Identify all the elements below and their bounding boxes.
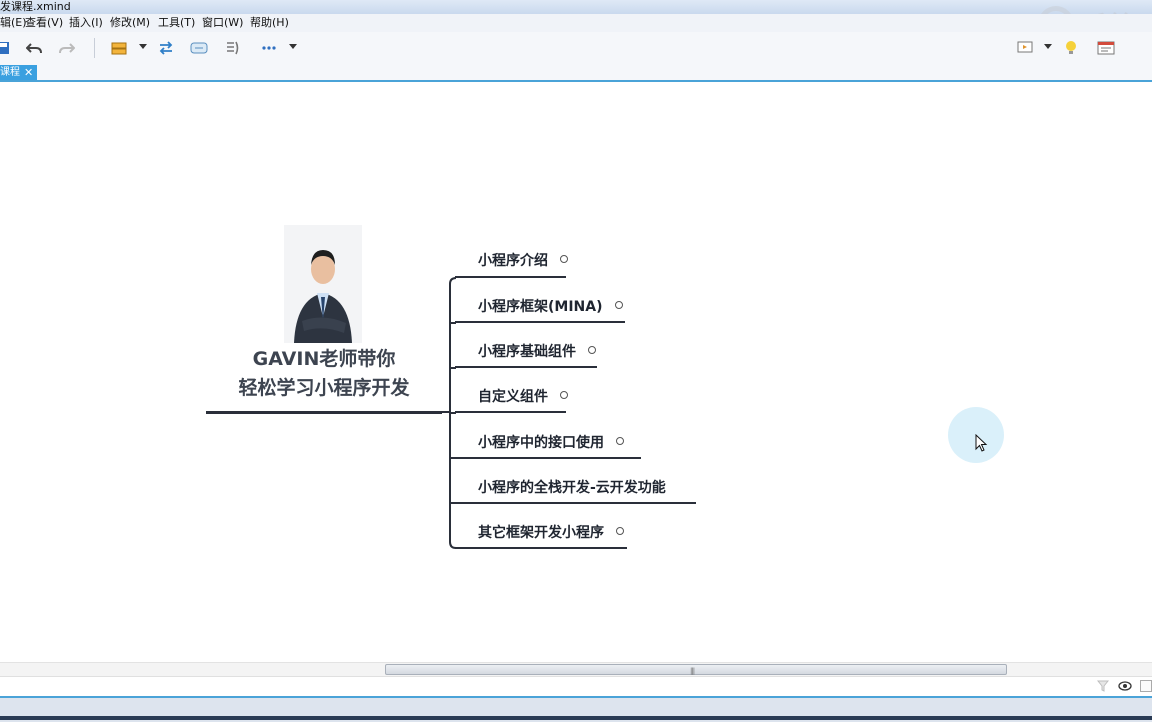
save-icon[interactable]: [0, 40, 12, 56]
central-topic-line2: 轻松学习小程序开发: [238, 377, 410, 399]
branch-topic-framework[interactable]: 小程序框架(MINA): [478, 296, 623, 316]
toolbar: [0, 32, 1152, 64]
branch-topic-other-frameworks[interactable]: 其它框架开发小程序: [478, 522, 624, 542]
branch-topic-custom-components[interactable]: 自定义组件: [478, 386, 568, 406]
tab-document[interactable]: 课程 ✕: [0, 65, 38, 80]
branch-underline: [455, 502, 696, 504]
scrollbar-thumb[interactable]: |||: [385, 664, 1007, 675]
branch-underline: [455, 321, 625, 323]
collapse-toggle-icon[interactable]: [616, 437, 624, 445]
branch-label: 小程序中的接口使用: [478, 435, 604, 451]
outline-view-icon[interactable]: [1097, 40, 1115, 56]
branch-label: 小程序介绍: [478, 253, 548, 269]
collapse-toggle-icon[interactable]: [614, 301, 623, 309]
filter-icon[interactable]: [1097, 680, 1109, 692]
menu-view[interactable]: 查看(V): [25, 14, 63, 32]
tab-label: 课程: [0, 67, 20, 78]
menu-insert[interactable]: 插入(I): [69, 14, 103, 32]
topic-icon[interactable]: [110, 40, 128, 56]
status-bar: [0, 676, 1152, 697]
mindmap-canvas[interactable]: [0, 82, 1152, 662]
topic-dropdown-icon[interactable]: [139, 44, 147, 49]
branch-underline: [455, 366, 597, 368]
branch-label: 自定义组件: [478, 389, 548, 405]
branch-label: 其它框架开发小程序: [478, 525, 604, 541]
eye-icon[interactable]: [1118, 681, 1132, 691]
menu-bar: 辑(E) 查看(V) 插入(I) 修改(M) 工具(T) 窗口(W) 帮助(H): [0, 14, 1152, 32]
lightbulb-icon[interactable]: [1062, 40, 1080, 56]
boundary-icon[interactable]: [190, 40, 208, 56]
branch-label: 小程序的全栈开发-云开发功能: [478, 480, 666, 496]
window-title: 发课程.xmind: [0, 0, 71, 13]
branch-label: 小程序框架(MINA): [478, 299, 603, 315]
branch-topic-basic-components[interactable]: 小程序基础组件: [478, 341, 596, 361]
collapse-toggle-icon[interactable]: [588, 346, 596, 354]
central-topic-underline: [206, 411, 442, 414]
more-icon[interactable]: [260, 40, 278, 56]
editor-tab-row: 课程 ✕: [0, 64, 1152, 82]
more-dropdown-icon[interactable]: [289, 44, 297, 49]
collapse-toggle-icon[interactable]: [560, 391, 568, 399]
branch-underline: [455, 276, 566, 278]
menu-window[interactable]: 窗口(W): [202, 14, 243, 32]
menu-tools[interactable]: 工具(T): [158, 14, 195, 32]
redo-icon[interactable]: [58, 40, 76, 56]
central-topic-line1: GAVIN老师带你: [252, 348, 396, 370]
minimize-panel-icon[interactable]: [1140, 680, 1152, 692]
presentation-dropdown-icon[interactable]: [1044, 44, 1052, 49]
horizontal-scrollbar[interactable]: |||: [0, 662, 1152, 677]
branch-underline: [455, 457, 641, 459]
menu-modify[interactable]: 修改(M): [110, 14, 150, 32]
mouse-cursor-icon: [975, 434, 988, 452]
presentation-icon[interactable]: [1016, 40, 1034, 56]
branch-label: 小程序基础组件: [478, 344, 576, 360]
close-icon[interactable]: ✕: [24, 65, 33, 80]
collapse-toggle-icon[interactable]: [560, 255, 568, 263]
branch-topic-intro[interactable]: 小程序介绍: [478, 250, 568, 270]
branch-underline: [455, 547, 627, 549]
menu-help[interactable]: 帮助(H): [250, 14, 289, 32]
presenter-photo: [284, 225, 362, 343]
central-topic[interactable]: GAVIN老师带你 轻松学习小程序开发: [206, 345, 442, 403]
title-bar: 发课程.xmind: [0, 0, 1152, 14]
os-taskbar: [0, 716, 1152, 720]
grip-icon: |||: [690, 667, 695, 675]
relationship-icon[interactable]: [157, 40, 175, 56]
branch-topic-cloud-dev[interactable]: 小程序的全栈开发-云开发功能: [478, 477, 666, 497]
menu-edit[interactable]: 辑(E): [0, 14, 27, 32]
collapse-toggle-icon[interactable]: [616, 527, 624, 535]
undo-icon[interactable]: [25, 40, 43, 56]
summary-icon[interactable]: [224, 40, 242, 56]
branch-underline: [455, 411, 566, 413]
branch-topic-api-usage[interactable]: 小程序中的接口使用: [478, 432, 624, 452]
